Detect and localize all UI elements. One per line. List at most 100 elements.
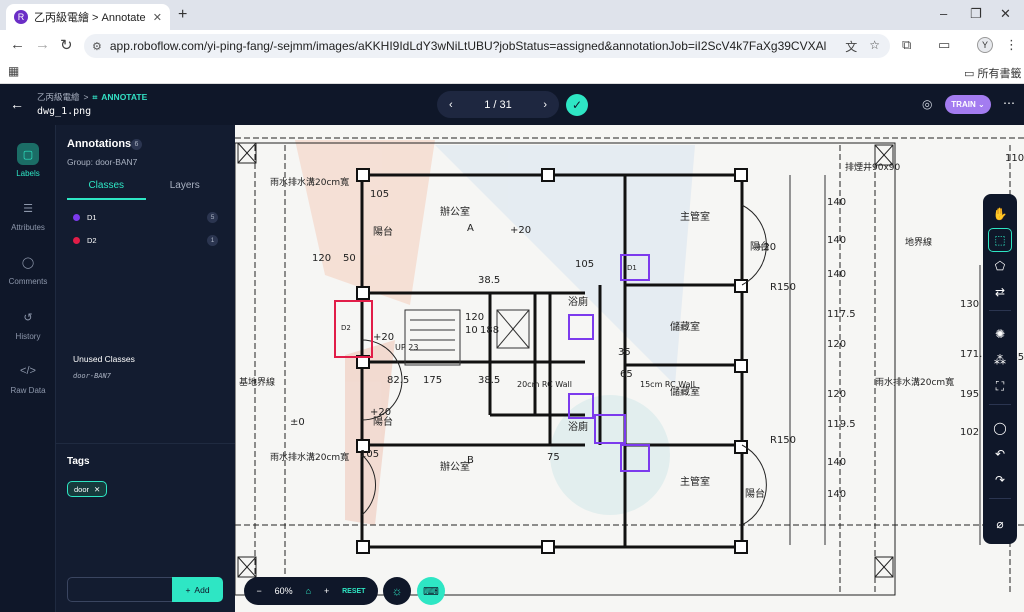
apps-grid-icon[interactable]: ▦ bbox=[8, 64, 19, 78]
dim-label: 110 bbox=[1005, 153, 1024, 164]
dim-label: 38.5 bbox=[478, 275, 500, 286]
drawing-text: 辦公室 bbox=[440, 460, 470, 473]
dim-label: 140 bbox=[827, 489, 846, 500]
bounding-box-tool-icon[interactable]: ⬚ bbox=[988, 228, 1012, 252]
image-filename: dwg_1.png bbox=[37, 106, 92, 117]
train-label: TRAIN bbox=[951, 100, 976, 109]
browser-tab[interactable]: R 乙丙級電繪 > Annotate ✕ bbox=[6, 4, 170, 30]
polygon-tool-icon[interactable]: ⬠ bbox=[988, 254, 1012, 278]
drawing-text: 15cm RC Wall bbox=[640, 380, 695, 389]
rail-label: History bbox=[15, 332, 41, 341]
reading-list-icon[interactable]: ▭ bbox=[938, 37, 950, 53]
dim-label: 119.5 bbox=[827, 419, 856, 430]
divider bbox=[56, 443, 235, 444]
annotation-box-d1[interactable] bbox=[568, 314, 594, 340]
drawing-text: 主管室 bbox=[680, 475, 710, 488]
restore-icon[interactable]: ❐ bbox=[970, 6, 982, 22]
dim-label: R150 bbox=[770, 282, 796, 293]
rail-item-raw-data[interactable]: </> Raw Data bbox=[0, 360, 56, 395]
all-bookmarks-folder[interactable]: ▭ 所有書籤 bbox=[964, 65, 1021, 81]
profile-avatar[interactable]: Y bbox=[977, 37, 993, 53]
dim-label: 120 bbox=[465, 312, 484, 323]
dim-label: 105 bbox=[575, 259, 594, 270]
browser-toolbar: ← → ↻ ⚙ app.roboflow.com/yi-ping-fang/-s… bbox=[0, 30, 1024, 60]
class-color-dot bbox=[73, 236, 80, 244]
keyboard-icon[interactable]: ⌨ bbox=[417, 577, 445, 605]
rail-item-labels[interactable]: ▢ Labels bbox=[0, 143, 56, 178]
rail-label: Raw Data bbox=[10, 386, 46, 395]
class-row-d2[interactable]: D2 1 bbox=[73, 233, 218, 247]
panel-tabs: Classes Layers bbox=[67, 178, 224, 200]
tag-chip[interactable]: door ✕ bbox=[67, 481, 108, 497]
breadcrumb-mode: ANNOTATE bbox=[101, 92, 148, 102]
address-bar[interactable]: ⚙ app.roboflow.com/yi-ping-fang/-sejmm/i… bbox=[84, 34, 890, 58]
url-text: app.roboflow.com/yi-ping-fang/-sejmm/ima… bbox=[109, 39, 827, 53]
more-options-icon[interactable]: ⋯ bbox=[1003, 96, 1015, 110]
class-row-d1[interactable]: D1 5 bbox=[73, 210, 218, 224]
undo-icon[interactable]: ↶ bbox=[988, 442, 1012, 466]
drawing-text: 20cm RC Wall bbox=[517, 380, 572, 389]
close-window-icon[interactable]: ✕ bbox=[1000, 6, 1011, 22]
comment-icon: ◯ bbox=[21, 256, 35, 269]
minimize-icon[interactable]: – bbox=[940, 6, 947, 21]
hand-tool-icon[interactable]: ✋ bbox=[988, 202, 1012, 226]
annotation-canvas[interactable]: 105 120 50 105 38.5 120 10 188 38.5 82.5… bbox=[235, 125, 1024, 612]
tab-classes[interactable]: Classes bbox=[67, 178, 146, 200]
unused-class-item[interactable]: door-BAN7 bbox=[73, 372, 111, 380]
back-arrow-icon[interactable]: ← bbox=[10, 96, 24, 112]
rail-item-history[interactable]: ↺ History bbox=[0, 306, 56, 342]
drawing-text: 雨水排水溝20cm寬 bbox=[270, 451, 349, 463]
mark-complete-button[interactable]: ✓ bbox=[566, 94, 588, 116]
extensions-icon[interactable]: ⧉ bbox=[902, 37, 911, 53]
reload-icon[interactable]: ↻ bbox=[60, 36, 73, 54]
class-color-dot bbox=[73, 213, 80, 221]
null-annotation-icon[interactable]: ⌀ bbox=[988, 512, 1012, 536]
tag-input[interactable] bbox=[67, 577, 173, 602]
rail-item-comments[interactable]: ◯ Comments bbox=[0, 251, 56, 287]
smart-select-icon[interactable]: ✺ bbox=[988, 322, 1012, 346]
annotations-count: 6 bbox=[131, 139, 142, 150]
bookmark-star-icon[interactable]: ☆ bbox=[869, 38, 880, 55]
breadcrumb-project[interactable]: 乙丙級電繪 bbox=[37, 91, 80, 103]
dim-label: 140 bbox=[827, 197, 846, 208]
comment-tool-icon[interactable]: ◯ bbox=[988, 416, 1012, 440]
all-bookmarks-label: 所有書籤 bbox=[977, 68, 1022, 80]
drawing-text: 儲藏室 bbox=[670, 320, 700, 333]
right-dimension-lines bbox=[789, 175, 981, 545]
hide-annotations-icon[interactable]: ◎ bbox=[922, 97, 932, 111]
drawing-text: 排煙井90x90 bbox=[845, 161, 901, 173]
brightness-icon[interactable]: ☼ bbox=[383, 577, 411, 605]
zoom-out-icon[interactable]: − bbox=[256, 586, 261, 596]
keypoint-tool-icon[interactable]: ⛶ bbox=[988, 374, 1012, 398]
tab-close-icon[interactable]: ✕ bbox=[153, 11, 162, 24]
add-tag-button[interactable]: + Add bbox=[172, 577, 223, 602]
lock-icon[interactable]: ⌂ bbox=[306, 586, 311, 596]
drawing-text: 浴廁 bbox=[568, 295, 588, 308]
annotations-panel: Annotations 6 Group: door-BAN7 Classes L… bbox=[56, 125, 235, 612]
back-icon[interactable]: ← bbox=[10, 36, 25, 53]
magic-wand-icon[interactable]: ⁂ bbox=[988, 348, 1012, 372]
site-settings-icon[interactable]: ⚙ bbox=[92, 40, 102, 53]
zoom-in-icon[interactable]: + bbox=[324, 586, 329, 596]
next-image-icon[interactable]: › bbox=[543, 99, 547, 111]
reset-zoom-button[interactable]: RESET bbox=[342, 588, 365, 595]
redo-icon[interactable]: ↷ bbox=[988, 468, 1012, 492]
rail-label: Attributes bbox=[11, 223, 45, 232]
dim-label: 195 bbox=[960, 389, 979, 400]
train-button[interactable]: TRAIN ⌄ bbox=[945, 95, 991, 114]
prev-image-icon[interactable]: ‹ bbox=[449, 99, 453, 111]
forward-icon[interactable]: → bbox=[35, 36, 50, 53]
remove-tag-icon[interactable]: ✕ bbox=[94, 485, 100, 494]
new-tab-icon[interactable]: + bbox=[178, 6, 187, 24]
group-label: Group: door-BAN7 bbox=[67, 157, 138, 167]
repeat-tool-icon[interactable]: ⇄ bbox=[988, 280, 1012, 304]
translate-icon[interactable]: 文 bbox=[845, 38, 857, 55]
rail-item-attributes[interactable]: ☰ Attributes bbox=[0, 197, 56, 233]
chrome-menu-icon[interactable]: ⋮ bbox=[1005, 37, 1018, 53]
tab-layers[interactable]: Layers bbox=[146, 178, 225, 200]
dim-label: 120 bbox=[312, 253, 331, 264]
dim-label: 82.5 bbox=[387, 375, 409, 386]
rail-label: Labels bbox=[16, 169, 40, 178]
dim-label: 175 bbox=[423, 375, 442, 386]
annotations-title: Annotations bbox=[67, 138, 132, 150]
